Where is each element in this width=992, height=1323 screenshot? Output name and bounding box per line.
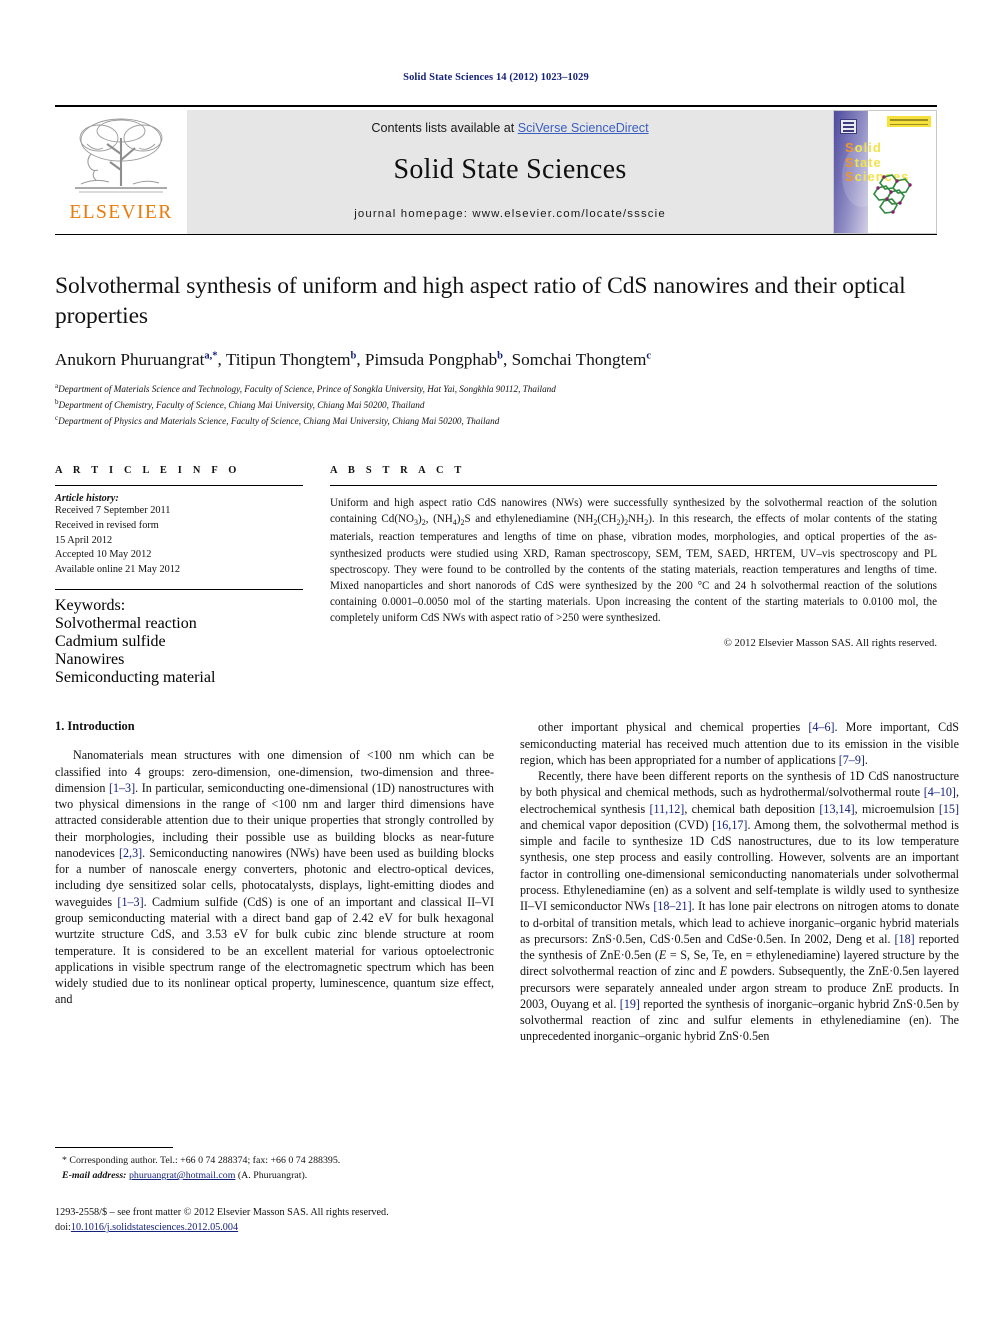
email-link[interactable]: phuruangrat@hotmail.com [129, 1170, 235, 1181]
body-column-left: 1. Introduction Nanomaterials mean struc… [55, 719, 494, 1181]
keyword-item: Semiconducting material [55, 669, 216, 687]
running-head: Solid State Sciences 14 (2012) 1023–1029 [403, 72, 589, 83]
affiliation-b-text: Department of Chemistry, Faculty of Scie… [58, 400, 425, 411]
contents-prefix: Contents lists available at [371, 121, 518, 135]
paper-page: Solid State Sciences 14 (2012) 1023–1029 [0, 0, 992, 1323]
history-line: Accepted 10 May 2012 [55, 549, 152, 561]
journal-band: Contents lists available at SciVerse Sci… [187, 110, 833, 234]
cover-line2-rest: tate [854, 154, 882, 170]
footnote-email-line: E-mail address: phuruangrat@hotmail.com … [55, 1169, 494, 1184]
affiliation-a: aDepartment of Materials Science and Tec… [55, 381, 937, 397]
author-list: Anukorn Phuruangrata,*, Titipun Thongtem… [55, 350, 652, 370]
cover-banner [887, 116, 931, 127]
page-title: Solvothermal synthesis of uniform and hi… [55, 273, 906, 330]
contents-available-line: Contents lists available at SciVerse Sci… [371, 121, 648, 135]
keyword-item: Solvothermal reaction [55, 615, 197, 633]
cover-molecule-icon [864, 172, 918, 221]
elsevier-logo: ELSEVIER [55, 110, 187, 234]
sciencedirect-link[interactable]: SciVerse ScienceDirect [518, 121, 649, 135]
journal-title: Solid State Sciences [393, 154, 627, 185]
history-line: 15 April 2012 [55, 534, 113, 546]
abstract-column: A B S T R A C T Uniform and high aspect … [330, 465, 937, 687]
article-history: Article history: Received 7 September 20… [55, 493, 303, 577]
keywords-rule [55, 589, 303, 591]
cover-publisher-badge-icon [840, 119, 857, 134]
affiliation-list: aDepartment of Materials Science and Tec… [55, 381, 937, 429]
info-abstract-row: A R T I C L E I N F O Article history: R… [55, 465, 937, 687]
elsevier-tree-icon [69, 114, 173, 202]
section-heading-introduction: 1. Introduction [55, 719, 135, 734]
body-paragraph: Recently, there have been different repo… [520, 769, 960, 1044]
body-columns: 1. Introduction Nanomaterials mean struc… [55, 719, 959, 1181]
article-info-column: A R T I C L E I N F O Article history: R… [55, 465, 303, 687]
footnote-rule [55, 1147, 173, 1149]
email-label: E-mail address: [62, 1170, 127, 1182]
cover-line1-rest: olid [854, 140, 882, 155]
journal-homepage[interactable]: journal homepage: www.elsevier.com/locat… [354, 208, 666, 220]
cover-line3-initial: S [845, 169, 855, 185]
cover-line2-initial: S [845, 154, 855, 170]
title-block: Solvothermal synthesis of uniform and hi… [55, 235, 937, 429]
history-line: Available online 21 May 2012 [55, 563, 181, 575]
article-info-rule [55, 485, 303, 487]
abstract-heading: A B S T R A C T [330, 465, 466, 477]
affiliation-b: bDepartment of Chemistry, Faculty of Sci… [55, 397, 937, 413]
issn-copyright-line: 1293-2558/$ – see front matter © 2012 El… [55, 1207, 389, 1218]
journal-masthead: ELSEVIER Contents lists available at Sci… [55, 110, 937, 234]
keywords-block: Keywords: Solvothermal reaction Cadmium … [55, 597, 303, 687]
email-owner: (A. Phuruangrat). [237, 1170, 308, 1182]
keywords-label: Keywords: [55, 597, 126, 615]
doi-label: doi: [55, 1222, 71, 1234]
keyword-item: Cadmium sulfide [55, 633, 166, 651]
history-line: Received in revised form [55, 519, 159, 531]
body-paragraph: Nanomaterials mean structures with one d… [55, 748, 494, 1007]
affiliation-c-text: Department of Physics and Materials Scie… [58, 416, 500, 427]
keyword-item: Nanowires [55, 651, 125, 669]
footnote-star: * [62, 1155, 67, 1167]
doi-link[interactable]: 10.1016/j.solidstatesciences.2012.05.004 [71, 1222, 238, 1233]
cover-line1-initial: S [845, 140, 855, 155]
footnote-text: Corresponding author. Tel.: +66 0 74 288… [69, 1155, 341, 1167]
corresponding-author-footnote: * Corresponding author. Tel.: +66 0 74 2… [55, 1147, 494, 1184]
masthead-top-rule [55, 105, 937, 107]
footnote-contact-line: * Corresponding author. Tel.: +66 0 74 2… [55, 1154, 494, 1169]
journal-cover-thumbnail[interactable]: Solid State Sciences [833, 110, 937, 234]
abstract-rule [330, 485, 937, 487]
abstract-copyright: © 2012 Elsevier Masson SAS. All rights r… [723, 637, 937, 649]
elsevier-wordmark: ELSEVIER [69, 202, 173, 223]
body-column-right: other important physical and chemical pr… [520, 719, 959, 1044]
affiliation-a-text: Department of Materials Science and Tech… [58, 384, 556, 395]
history-line: Received 7 September 2011 [55, 505, 171, 517]
body-paragraph: other important physical and chemical pr… [520, 720, 959, 767]
article-history-label: Article history: [55, 493, 119, 505]
affiliation-c: cDepartment of Physics and Materials Sci… [55, 413, 937, 429]
article-info-heading: A R T I C L E I N F O [55, 465, 241, 477]
abstract-text: Uniform and high aspect ratio CdS nanowi… [330, 497, 938, 625]
page-footer: 1293-2558/$ – see front matter © 2012 El… [55, 1205, 494, 1236]
doi-line: doi:10.1016/j.solidstatesciences.2012.05… [55, 1220, 494, 1235]
